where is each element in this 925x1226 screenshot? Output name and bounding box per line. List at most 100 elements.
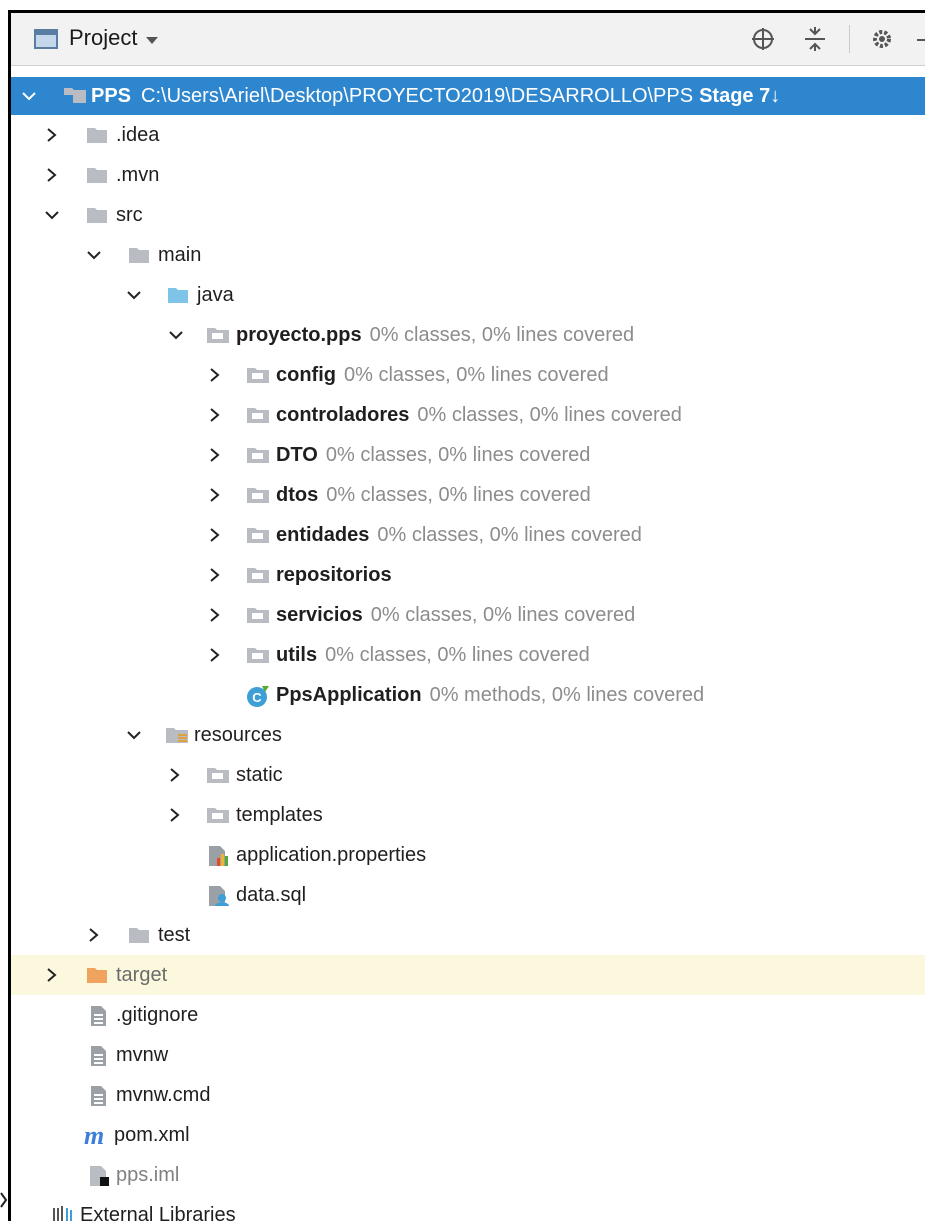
tree-item[interactable]: C PpsApplication 0% methods, 0% lines cove… — [11, 675, 925, 715]
maven-icon: m — [84, 1121, 106, 1150]
coverage-info: 0% classes, 0% lines covered — [370, 604, 636, 626]
coverage-info: 0% classes, 0% lines covered — [326, 484, 591, 506]
tree-item[interactable]: controladores 0% classes, 0% lines covere… — [11, 395, 925, 435]
gear-icon[interactable] — [868, 25, 896, 53]
tree-item-label: controladores — [276, 404, 410, 426]
chevron-down-icon[interactable] — [44, 207, 60, 223]
tree-item[interactable]: data.sql — [11, 875, 925, 915]
chevron-right-icon[interactable] — [207, 647, 223, 663]
tree-item[interactable]: static — [11, 755, 925, 795]
tree-item[interactable]: main — [11, 235, 925, 275]
tree-item[interactable]: DTO 0% classes, 0% lines covered — [11, 435, 925, 475]
tree-item-label: config — [276, 364, 336, 386]
chevron-down-icon[interactable] — [86, 247, 102, 263]
tree-item-label: dtos — [276, 484, 319, 506]
chevron-right-icon[interactable] — [207, 527, 223, 543]
tree-item[interactable]: entidades 0% classes, 0% lines covered — [11, 515, 925, 555]
text-file-icon — [88, 1044, 110, 1066]
tree-item[interactable]: repositorios — [11, 555, 925, 595]
folder-icon — [206, 804, 229, 826]
sql-file-icon — [207, 884, 229, 906]
chevron-right-icon[interactable] — [207, 407, 223, 423]
coverage-info: 0% classes, 0% lines covered — [417, 404, 682, 426]
tree-root-pps[interactable]: PPS C:\Users\Ariel\Desktop\PROYECTO2019\D… — [11, 77, 925, 115]
tree-item[interactable]: templates — [11, 795, 925, 835]
svg-text:C: C — [252, 690, 262, 705]
iml-file-icon — [88, 1164, 110, 1186]
chevron-right-icon[interactable] — [207, 567, 223, 583]
chevron-down-icon[interactable] — [168, 327, 184, 343]
chevron-right-icon[interactable] — [207, 607, 223, 623]
chevron-right-icon[interactable] — [44, 967, 60, 983]
tree-item[interactable]: target — [11, 955, 925, 995]
coverage-info: 0% classes, 0% lines covered — [369, 324, 635, 346]
tree-item[interactable]: .gitignore — [11, 995, 925, 1035]
tree-item[interactable]: .idea — [11, 115, 925, 155]
chevron-right-icon[interactable] — [207, 447, 223, 463]
resources-folder-icon — [165, 724, 188, 746]
chevron-right-icon[interactable] — [207, 367, 223, 383]
tree-item-label: DTO — [276, 444, 318, 466]
chevron-down-icon[interactable] — [21, 88, 37, 104]
tree-item[interactable]: java — [11, 275, 925, 315]
tree-item-label: servicios — [276, 604, 363, 626]
chevron-down-icon[interactable] — [126, 287, 142, 303]
tree-item[interactable]: config 0% classes, 0% lines covered — [11, 355, 925, 395]
tree-item[interactable]: proyecto.pps 0% classes, 0% lines covered — [11, 315, 925, 355]
project-tool-window: Project PPS C:\Users\Ariel\Desktop\PROYEC… — [8, 10, 925, 1221]
tree-item[interactable]: application.properties — [11, 835, 925, 875]
tree-item[interactable]: utils 0% classes, 0% lines covered — [11, 635, 925, 675]
tree-item[interactable]: mvnw — [11, 1035, 925, 1075]
toolbar-separator — [849, 25, 850, 53]
locate-icon[interactable] — [749, 25, 777, 53]
tree-item[interactable]: m pom.xml — [11, 1115, 925, 1155]
vcs-branch-label: Stage 7↓ — [699, 85, 781, 107]
coverage-info: 0% classes, 0% lines covered — [377, 524, 642, 546]
tree-item[interactable]: test — [11, 915, 925, 955]
tree-item-label: .idea — [116, 124, 160, 146]
tree-item-label: main — [158, 244, 202, 266]
excluded-folder-icon — [86, 964, 108, 986]
tree-item-label: entidades — [276, 524, 370, 546]
package-icon — [246, 644, 269, 666]
svg-text:m: m — [84, 1124, 104, 1148]
external-libraries-expand-arrow[interactable] — [0, 1181, 8, 1221]
folder-icon — [206, 764, 229, 786]
chevron-right-icon[interactable] — [44, 167, 60, 183]
package-icon — [246, 484, 269, 506]
tree-item-label: repositorios — [276, 564, 392, 586]
chevron-down-icon[interactable] — [126, 727, 142, 743]
tree-item[interactable]: .mvn — [11, 155, 925, 195]
tree-item[interactable]: dtos 0% classes, 0% lines covered — [11, 475, 925, 515]
tree-item[interactable]: src — [11, 195, 925, 235]
collapse-all-icon[interactable] — [801, 25, 829, 53]
tree-item-label: data.sql — [236, 884, 307, 906]
tree-item-label: test — [158, 924, 191, 946]
panel-title[interactable]: Project — [69, 25, 137, 51]
tree-item-label: External Libraries — [80, 1204, 236, 1221]
minimize-icon[interactable] — [914, 25, 925, 53]
source-folder-icon — [167, 284, 189, 306]
chevron-right-icon[interactable] — [86, 927, 102, 943]
view-dropdown-caret-icon[interactable] — [146, 37, 158, 44]
tree-item-label: java — [197, 284, 234, 306]
chevron-right-icon[interactable] — [207, 487, 223, 503]
chevron-right-icon[interactable] — [167, 807, 183, 823]
tree-item[interactable]: External Libraries — [11, 1195, 917, 1221]
package-icon — [246, 404, 269, 426]
chevron-right-icon[interactable] — [167, 767, 183, 783]
coverage-info: 0% classes, 0% lines covered — [344, 364, 609, 386]
project-view-icon — [34, 29, 58, 49]
folder-icon — [86, 204, 108, 226]
root-path: C:\Users\Ariel\Desktop\PROYECTO2019\DESA… — [141, 85, 694, 107]
chevron-right-icon[interactable] — [44, 127, 60, 143]
tree-item[interactable]: resources — [11, 715, 925, 755]
tree-item-label: mvnw.cmd — [116, 1084, 211, 1106]
tree-item[interactable]: mvnw.cmd — [11, 1075, 925, 1115]
tree-item[interactable]: servicios 0% classes, 0% lines covered — [11, 595, 925, 635]
package-icon — [246, 364, 269, 386]
external-libraries-icon — [52, 1204, 74, 1221]
module-folder-icon — [63, 84, 86, 106]
tree-item[interactable]: pps.iml — [11, 1155, 925, 1195]
coverage-info: 0% classes, 0% lines covered — [325, 644, 590, 666]
